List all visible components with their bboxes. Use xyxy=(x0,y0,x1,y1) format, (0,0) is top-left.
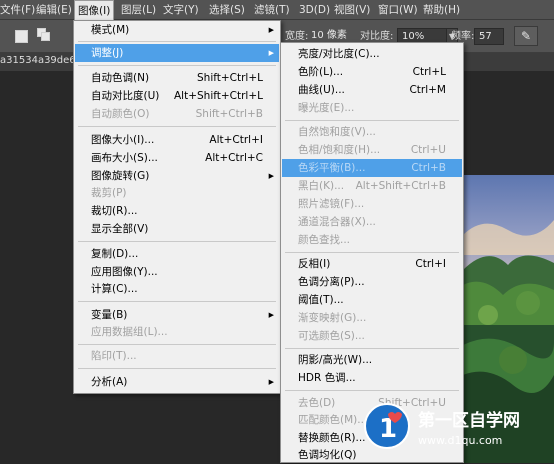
separator xyxy=(285,120,459,121)
menu-item-analysis[interactable]: 分析(A) ▶ xyxy=(75,373,279,391)
chevron-right-icon: ▶ xyxy=(268,49,274,57)
menu-item-trap[interactable]: 陷印(T)... xyxy=(75,347,279,365)
watermark-title: 第一区自学网 xyxy=(418,411,520,431)
chevron-right-icon: ▶ xyxy=(268,378,274,386)
new-selection-icon[interactable] xyxy=(15,30,28,43)
menu-item-color-lookup[interactable]: 颜色查找... xyxy=(282,231,462,249)
menu-item-mode[interactable]: 模式(M) ▶ xyxy=(75,21,279,39)
menu-item-curves[interactable]: 曲线(U)... Ctrl+M xyxy=(282,81,462,99)
adjustments-submenu: 亮度/对比度(C)... 色阶(L)... Ctrl+L 曲线(U)... Ctrl… xyxy=(280,42,464,463)
menu-item-reveal-all[interactable]: 显示全部(V) xyxy=(75,220,279,238)
menu-window[interactable]: 窗口(W) xyxy=(378,0,418,20)
chevron-right-icon: ▶ xyxy=(268,26,274,34)
menu-item-apply-data-set[interactable]: 应用数据组(L)... xyxy=(75,323,279,341)
menu-item-levels[interactable]: 色阶(L)... Ctrl+L xyxy=(282,63,462,81)
separator xyxy=(78,241,276,242)
add-selection-icon-2 xyxy=(41,32,50,41)
menu-item-image-size[interactable]: 图像大小(I)... Alt+Ctrl+I xyxy=(75,131,279,149)
watermark-logo-icon: 1 xyxy=(364,403,410,449)
menu-item-gradient-map[interactable]: 渐变映射(G)... xyxy=(282,309,462,327)
menu-item-variables[interactable]: 变量(B) ▶ xyxy=(75,306,279,324)
menu-item-canvas-size[interactable]: 画布大小(S)... Alt+Ctrl+C xyxy=(75,149,279,167)
separator xyxy=(78,344,276,345)
menu-item-hdr-toning[interactable]: HDR 色调... xyxy=(282,369,462,387)
menu-item-black-white[interactable]: 黑白(K)... Alt+Shift+Ctrl+B xyxy=(282,177,462,195)
menu-item-calculations[interactable]: 计算(C)... xyxy=(75,280,279,298)
separator xyxy=(78,368,276,369)
watermark-url: www.d1qu.com xyxy=(418,434,503,447)
menu-item-hue-saturation[interactable]: 色相/饱和度(H)... Ctrl+U xyxy=(282,141,462,159)
menu-item-posterize[interactable]: 色调分离(P)... xyxy=(282,273,462,291)
menu-item-brightness-contrast[interactable]: 亮度/对比度(C)... xyxy=(282,45,462,63)
separator xyxy=(78,126,276,127)
menu-bar: 文件(F) 编辑(E) 图像(I) 图层(L) 文字(Y) 选择(S) 滤镜(T… xyxy=(0,0,554,20)
menu-item-threshold[interactable]: 阈值(T)... xyxy=(282,291,462,309)
chevron-right-icon: ▶ xyxy=(268,311,274,319)
menu-edit[interactable]: 编辑(E) xyxy=(36,0,72,20)
separator xyxy=(78,301,276,302)
pen-pressure-icon[interactable]: ✎ xyxy=(514,26,538,46)
menu-type[interactable]: 文字(Y) xyxy=(163,0,199,20)
menu-item-exposure[interactable]: 曝光度(E)... xyxy=(282,99,462,117)
menu-item-vibrance[interactable]: 自然饱和度(V)... xyxy=(282,123,462,141)
menu-item-color-balance[interactable]: 色彩平衡(B)... Ctrl+B xyxy=(282,159,462,177)
menu-image[interactable]: 图像(I) xyxy=(74,0,115,20)
menu-item-image-rotation[interactable]: 图像旋转(G) ▶ xyxy=(75,167,279,185)
chevron-right-icon: ▶ xyxy=(268,172,274,180)
menu-item-duplicate[interactable]: 复制(D)... xyxy=(75,245,279,263)
menu-file[interactable]: 文件(F) xyxy=(0,0,35,20)
menu-item-selective-color[interactable]: 可选颜色(S)... xyxy=(282,327,462,345)
menu-view[interactable]: 视图(V) xyxy=(334,0,370,20)
menu-item-equalize[interactable]: 色调均化(Q) xyxy=(282,446,462,464)
separator xyxy=(78,41,276,42)
menu-filter[interactable]: 滤镜(T) xyxy=(254,0,290,20)
menu-item-photo-filter[interactable]: 照片滤镜(F)... xyxy=(282,195,462,213)
separator xyxy=(285,252,459,253)
menu-help[interactable]: 帮助(H) xyxy=(423,0,460,20)
menu-item-apply-image[interactable]: 应用图像(Y)... xyxy=(75,263,279,281)
menu-item-adjustments[interactable]: 调整(J) ▶ xyxy=(75,44,279,62)
frequency-input[interactable]: 57 xyxy=(474,28,504,45)
menu-3d[interactable]: 3D(D) xyxy=(299,0,330,20)
menu-item-invert[interactable]: 反相(I) Ctrl+I xyxy=(282,255,462,273)
menu-item-shadows-highlights[interactable]: 阴影/高光(W)... xyxy=(282,351,462,369)
menu-item-trim[interactable]: 裁切(R)... xyxy=(75,202,279,220)
separator xyxy=(78,65,276,66)
menu-item-auto-contrast[interactable]: 自动对比度(U) Alt+Shift+Ctrl+L xyxy=(75,87,279,105)
menu-item-channel-mixer[interactable]: 通道混合器(X)... xyxy=(282,213,462,231)
menu-select[interactable]: 选择(S) xyxy=(209,0,245,20)
menu-item-auto-tone[interactable]: 自动色调(N) Shift+Ctrl+L xyxy=(75,69,279,87)
menu-item-crop[interactable]: 裁剪(P) xyxy=(75,184,279,202)
menu-item-auto-color[interactable]: 自动颜色(O) Shift+Ctrl+B xyxy=(75,105,279,123)
menu-layer[interactable]: 图层(L) xyxy=(121,0,156,20)
separator xyxy=(285,348,459,349)
separator xyxy=(285,390,459,391)
image-menu: 模式(M) ▶ 调整(J) ▶ 自动色调(N) Shift+Ctrl+L 自动对比度(… xyxy=(73,20,281,394)
